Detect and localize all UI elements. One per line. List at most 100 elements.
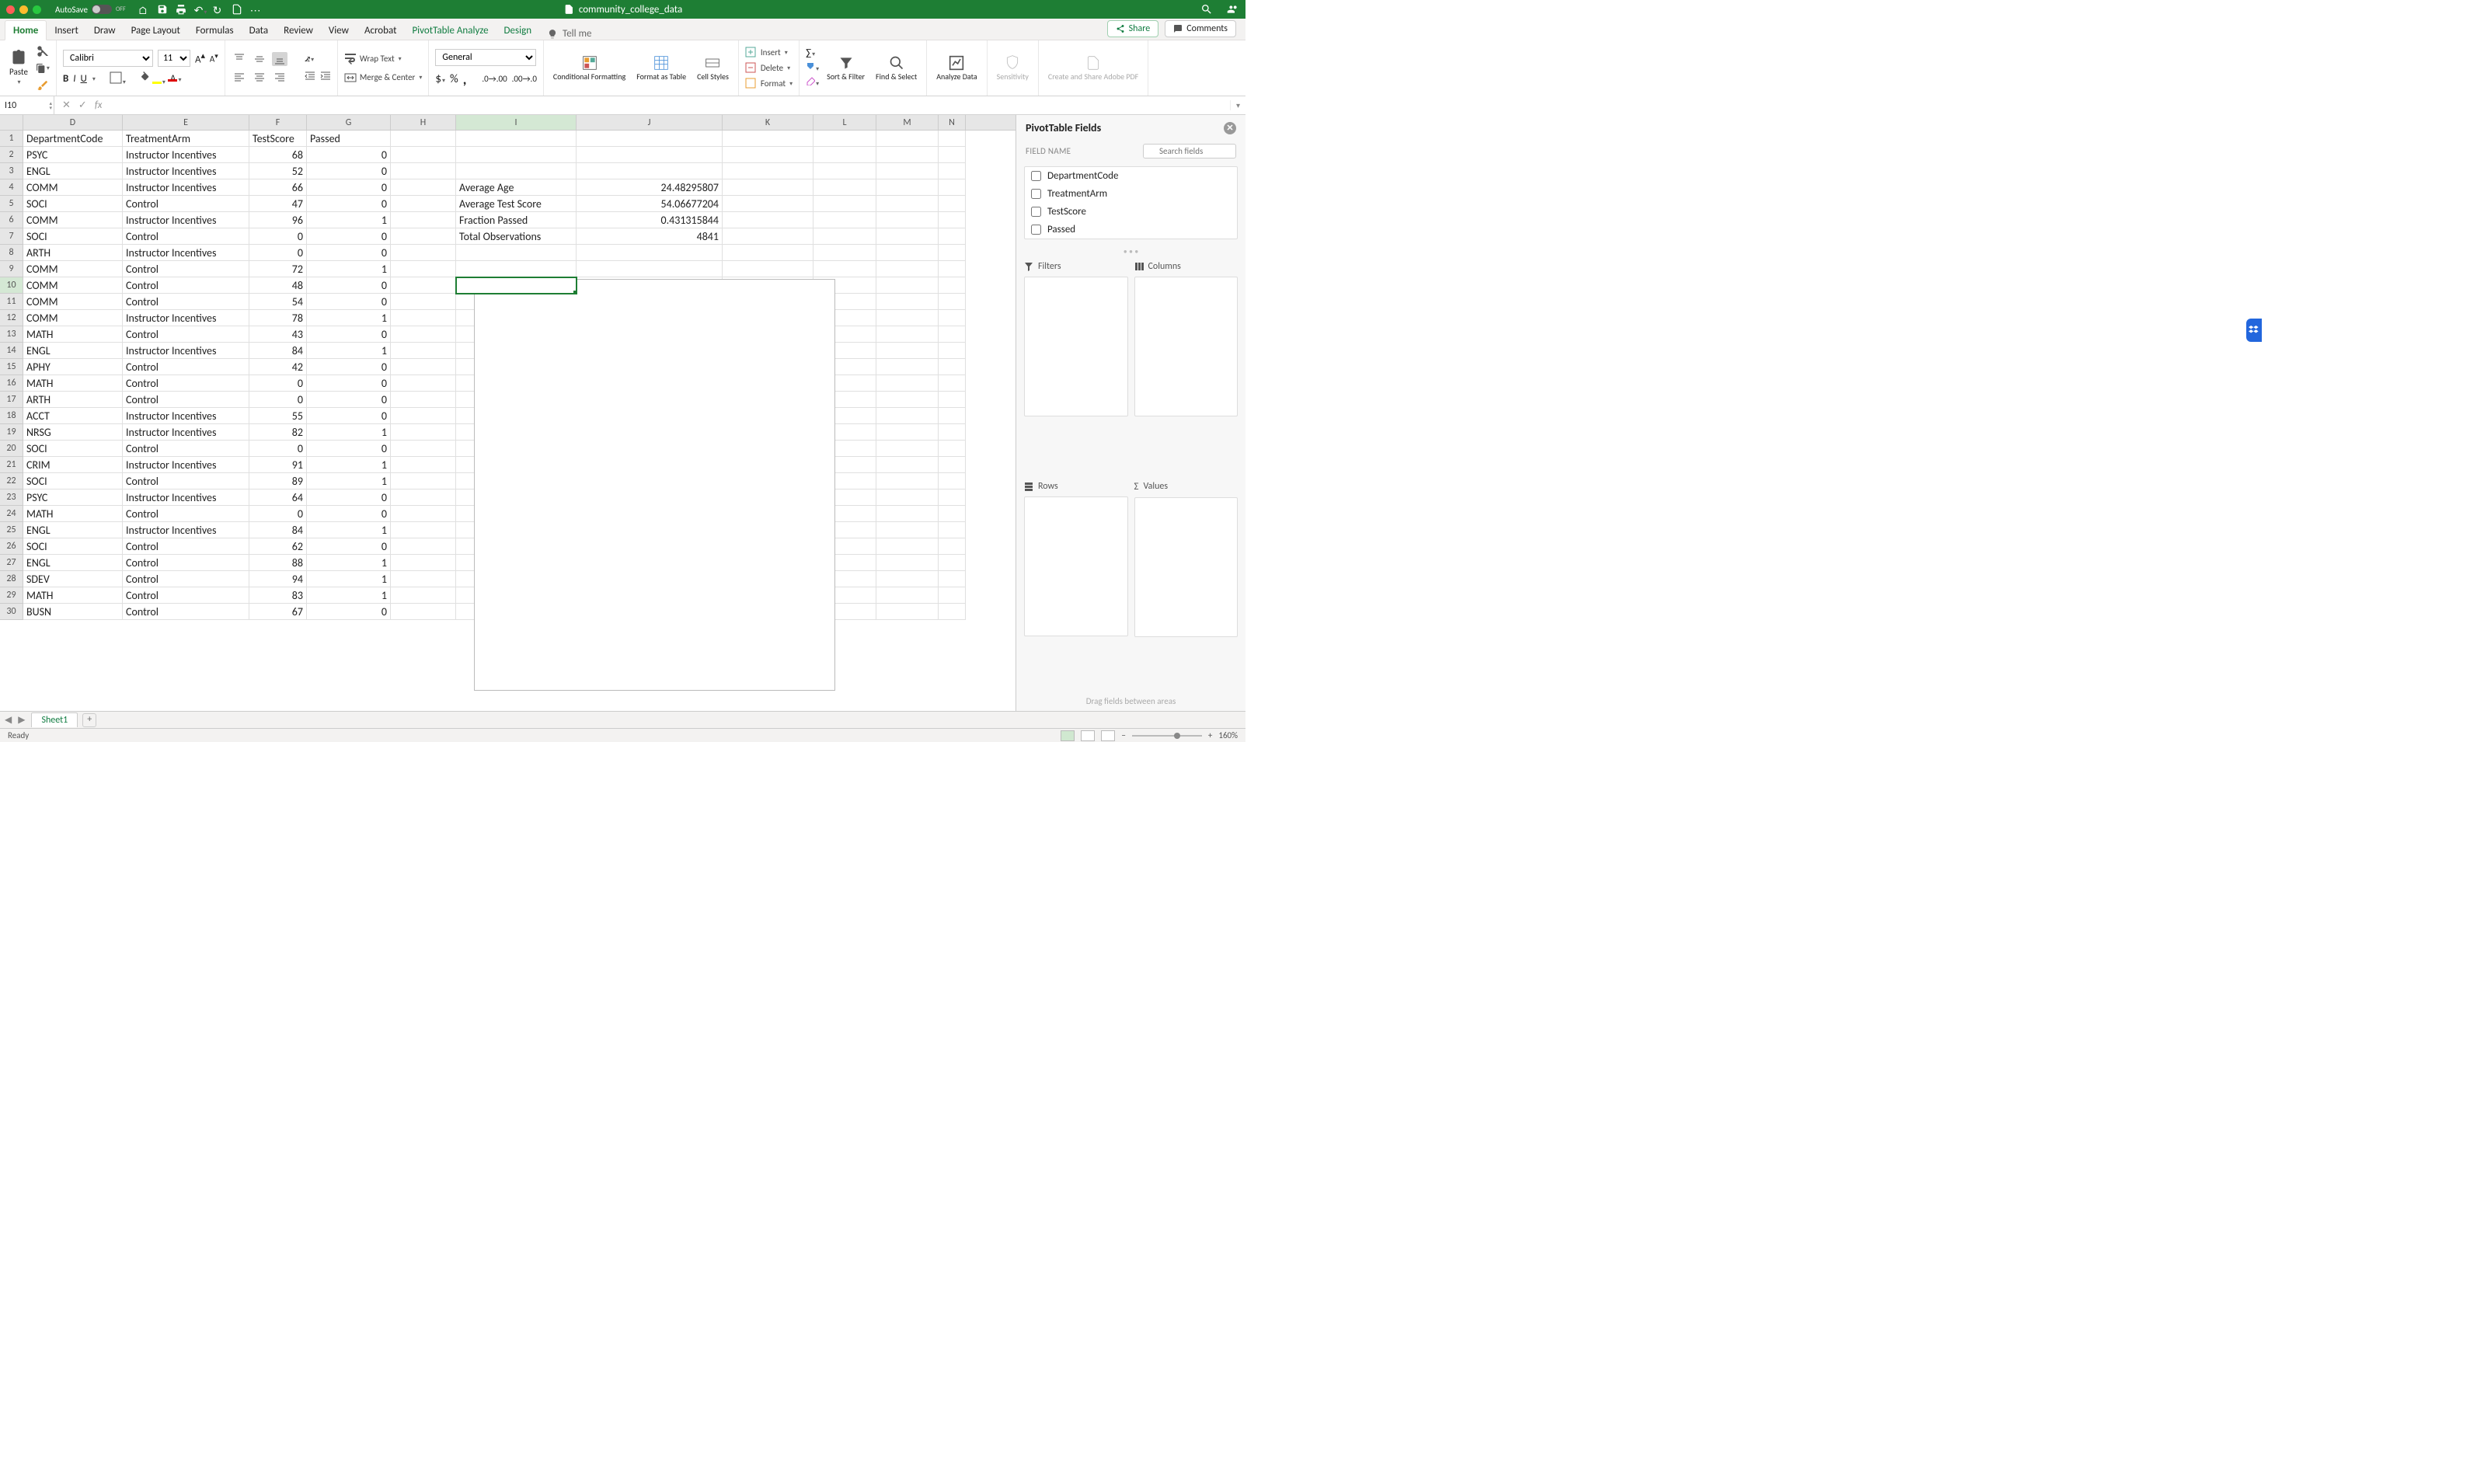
- row-header-5[interactable]: 5: [0, 196, 23, 212]
- row-header-29[interactable]: 29: [0, 587, 23, 604]
- cell-L1[interactable]: [813, 131, 876, 147]
- cell-M23[interactable]: [876, 489, 939, 506]
- cell-D3[interactable]: ENGL: [23, 163, 123, 179]
- cell-F5[interactable]: 47: [249, 196, 307, 212]
- cell-E6[interactable]: Instructor Incentives: [123, 212, 249, 228]
- cell-G30[interactable]: 0: [307, 604, 391, 620]
- cell-H10[interactable]: [391, 277, 456, 294]
- cell-M13[interactable]: [876, 326, 939, 343]
- autosave-toggle[interactable]: AutoSave OFF: [55, 5, 126, 15]
- cell-J1[interactable]: [577, 131, 723, 147]
- cell-L6[interactable]: [813, 212, 876, 228]
- cell-H5[interactable]: [391, 196, 456, 212]
- cell-E26[interactable]: Control: [123, 538, 249, 555]
- cell-D6[interactable]: COMM: [23, 212, 123, 228]
- cell-J3[interactable]: [577, 163, 723, 179]
- column-header-G[interactable]: G: [307, 115, 391, 130]
- cell-D8[interactable]: ARTH: [23, 245, 123, 261]
- decrease-indent-button[interactable]: [305, 71, 315, 85]
- cell-M18[interactable]: [876, 408, 939, 424]
- save-icon[interactable]: [157, 4, 168, 15]
- cell-M8[interactable]: [876, 245, 939, 261]
- cell-G13[interactable]: 0: [307, 326, 391, 343]
- row-header-8[interactable]: 8: [0, 245, 23, 261]
- cell-D21[interactable]: CRIM: [23, 457, 123, 473]
- cell-L3[interactable]: [813, 163, 876, 179]
- prev-sheet-button[interactable]: ◀: [5, 714, 12, 726]
- cell-F27[interactable]: 88: [249, 555, 307, 571]
- cell-K6[interactable]: [723, 212, 813, 228]
- cell-G14[interactable]: 1: [307, 343, 391, 359]
- comma-button[interactable]: ,: [463, 71, 467, 88]
- cell-D10[interactable]: COMM: [23, 277, 123, 294]
- cell-M1[interactable]: [876, 131, 939, 147]
- cell-E24[interactable]: Control: [123, 506, 249, 522]
- tell-me[interactable]: Tell me: [547, 28, 591, 40]
- row-header-22[interactable]: 22: [0, 473, 23, 489]
- cell-M26[interactable]: [876, 538, 939, 555]
- format-cells-button[interactable]: Format▾: [745, 78, 793, 90]
- cell-E19[interactable]: Instructor Incentives: [123, 424, 249, 441]
- row-header-3[interactable]: 3: [0, 163, 23, 179]
- cell-M2[interactable]: [876, 147, 939, 163]
- cell-D23[interactable]: PSYC: [23, 489, 123, 506]
- cell-M17[interactable]: [876, 392, 939, 408]
- cell-N4[interactable]: [939, 179, 966, 196]
- zoom-slider[interactable]: [1132, 735, 1202, 737]
- cell-H1[interactable]: [391, 131, 456, 147]
- filters-area[interactable]: [1024, 277, 1128, 416]
- cell-H17[interactable]: [391, 392, 456, 408]
- cell-D24[interactable]: MATH: [23, 506, 123, 522]
- tab-page-layout[interactable]: Page Layout: [124, 21, 188, 40]
- align-middle-button[interactable]: [252, 52, 267, 66]
- cell-E21[interactable]: Instructor Incentives: [123, 457, 249, 473]
- cell-I4[interactable]: Average Age: [456, 179, 577, 196]
- row-header-11[interactable]: 11: [0, 294, 23, 310]
- cell-G23[interactable]: 0: [307, 489, 391, 506]
- cell-G26[interactable]: 0: [307, 538, 391, 555]
- decrease-decimal-button[interactable]: .00→.0: [512, 74, 537, 84]
- align-top-button[interactable]: [232, 52, 247, 66]
- cell-H19[interactable]: [391, 424, 456, 441]
- increase-font-button[interactable]: A▴: [195, 51, 205, 65]
- row-header-7[interactable]: 7: [0, 228, 23, 245]
- cell-E15[interactable]: Control: [123, 359, 249, 375]
- cell-D1[interactable]: DepartmentCode: [23, 131, 123, 147]
- tab-view[interactable]: View: [321, 21, 357, 40]
- cell-D30[interactable]: BUSN: [23, 604, 123, 620]
- row-header-17[interactable]: 17: [0, 392, 23, 408]
- cell-H29[interactable]: [391, 587, 456, 604]
- zoom-level[interactable]: 160%: [1218, 730, 1238, 740]
- cell-E14[interactable]: Instructor Incentives: [123, 343, 249, 359]
- orientation-button[interactable]: ⦨▾: [305, 53, 314, 64]
- cell-N12[interactable]: [939, 310, 966, 326]
- close-pane-button[interactable]: ✕: [1224, 122, 1236, 134]
- cell-H11[interactable]: [391, 294, 456, 310]
- cell-F21[interactable]: 91: [249, 457, 307, 473]
- row-header-15[interactable]: 15: [0, 359, 23, 375]
- row-header-18[interactable]: 18: [0, 408, 23, 424]
- cell-N8[interactable]: [939, 245, 966, 261]
- cell-J4[interactable]: 24.48295807: [577, 179, 723, 196]
- italic-button[interactable]: I: [73, 73, 75, 85]
- row-header-12[interactable]: 12: [0, 310, 23, 326]
- find-select-button[interactable]: Find & Select: [873, 54, 920, 82]
- cell-D26[interactable]: SOCI: [23, 538, 123, 555]
- cell-M21[interactable]: [876, 457, 939, 473]
- rows-area[interactable]: [1024, 496, 1128, 636]
- cell-N9[interactable]: [939, 261, 966, 277]
- column-header-I[interactable]: I: [456, 115, 577, 130]
- cell-N29[interactable]: [939, 587, 966, 604]
- cell-D19[interactable]: NRSG: [23, 424, 123, 441]
- maximize-window-button[interactable]: [33, 5, 41, 14]
- cell-H30[interactable]: [391, 604, 456, 620]
- fill-button[interactable]: ▾: [806, 61, 819, 74]
- cell-M30[interactable]: [876, 604, 939, 620]
- cell-E7[interactable]: Control: [123, 228, 249, 245]
- share-button[interactable]: Share: [1107, 20, 1159, 37]
- cell-I10[interactable]: [456, 277, 577, 294]
- cell-M4[interactable]: [876, 179, 939, 196]
- cell-F26[interactable]: 62: [249, 538, 307, 555]
- cell-F4[interactable]: 66: [249, 179, 307, 196]
- cell-D12[interactable]: COMM: [23, 310, 123, 326]
